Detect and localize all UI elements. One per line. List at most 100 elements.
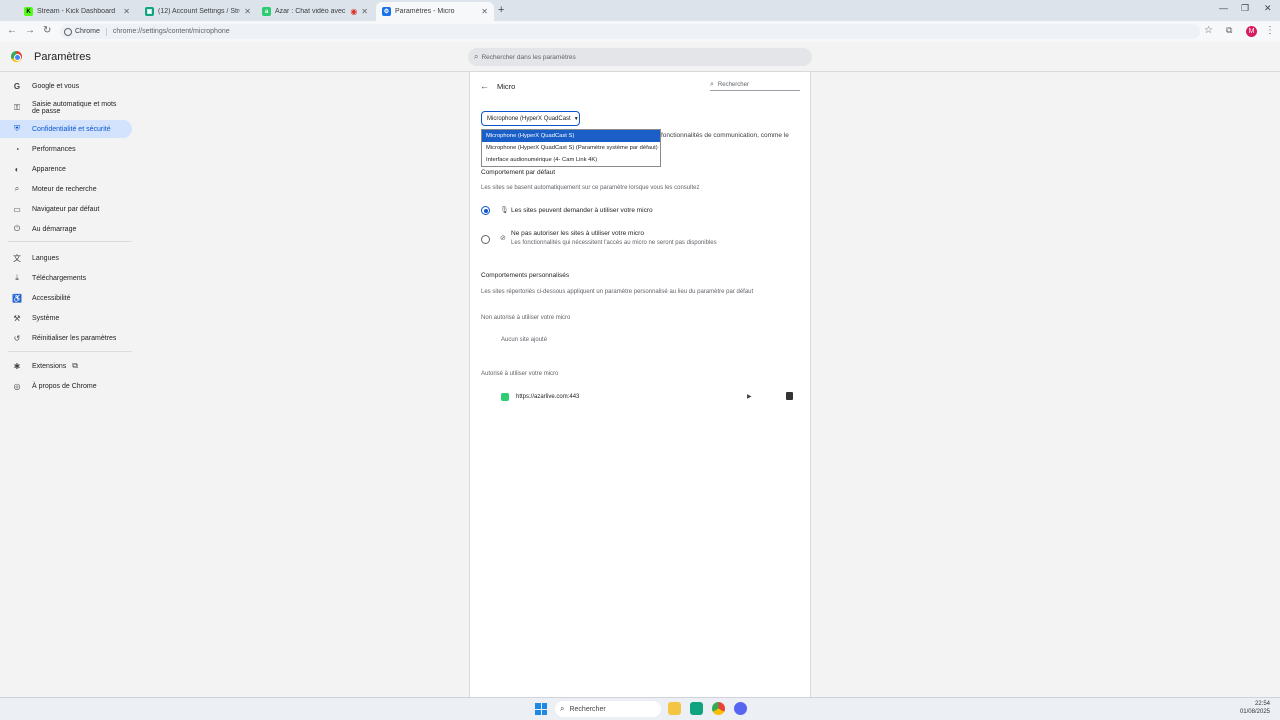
sidebar-item-system[interactable]: ⚒ Système	[0, 311, 132, 325]
sidebar-item-search-engine[interactable]: ⌕ Moteur de recherche	[0, 182, 132, 196]
chrome-logo-icon	[11, 51, 22, 62]
sidebar-item-label: Accessibilité	[32, 294, 71, 302]
speedometer-icon: ◔	[14, 144, 20, 154]
chrome-icon	[64, 27, 72, 36]
back-arrow-icon[interactable]: ←	[7, 25, 17, 36]
chevron-right-icon[interactable]: ▶	[747, 393, 752, 400]
close-icon[interactable]: ✕	[481, 7, 488, 16]
windows-start-icon[interactable]	[535, 703, 547, 715]
page-title: Micro	[497, 82, 516, 91]
puzzle-icon: ✱	[13, 361, 21, 371]
microphone-settings-card: ← Micro ⌕ Rechercher Microphone (HyperX …	[469, 72, 811, 697]
system-clock[interactable]: 22:54 01/08/2025	[1236, 700, 1270, 716]
autofill-icon: ⚿	[13, 103, 21, 112]
sidebar-item-languages[interactable]: 文 Langues	[0, 251, 132, 265]
close-icon[interactable]: ✕	[361, 7, 368, 16]
radio-block-sublabel: Les fonctionnalités qui nécessitent l'ac…	[511, 240, 717, 246]
chrome-taskbar-icon[interactable]	[712, 702, 725, 715]
back-arrow-icon[interactable]: ←	[480, 81, 489, 91]
clock-time: 22:54	[1254, 701, 1270, 707]
window-close-icon[interactable]: ✕	[1264, 3, 1272, 14]
download-icon: ⤓	[15, 273, 19, 282]
sidebar-item-label: Moteur de recherche	[32, 185, 97, 193]
tab-title: Stream - Kick Dashboard	[37, 8, 116, 15]
dropdown-option[interactable]: Microphone (HyperX QuadCast S) (Paramètr…	[482, 142, 660, 154]
sidebar-item-performance[interactable]: ◔ Performances	[0, 142, 132, 156]
sidebar-item-label: Téléchargements	[32, 274, 87, 282]
tab-azar[interactable]: a Azar : Chat vidéo avec de n ◉ ✕	[256, 2, 374, 21]
sidebar-divider	[8, 351, 132, 352]
translate-icon: 文	[13, 253, 21, 263]
sidebar-item-privacy[interactable]: ⛨ Confidentialité et sécurité	[0, 120, 132, 138]
app-icon[interactable]	[690, 702, 703, 715]
microphone-dropdown-list: Microphone (HyperX QuadCast S) Microphon…	[481, 129, 661, 167]
radio-allow[interactable]	[481, 206, 490, 215]
sidebar-item-label: Système	[32, 314, 60, 322]
sidebar-item-extensions[interactable]: ✱ Extensions ⧉	[0, 359, 132, 373]
site-info-chip[interactable]: Chrome	[64, 27, 107, 36]
caret-down-icon: ▼	[573, 115, 579, 122]
page-search-input[interactable]: ⌕ Rechercher	[710, 80, 800, 91]
chrome-icon: ◎	[13, 381, 21, 391]
accessibility-icon: ♿	[12, 293, 22, 303]
settings-search-input[interactable]: ⌕ Rechercher dans les paramètres	[468, 48, 812, 66]
reload-icon[interactable]: ↻	[43, 25, 51, 36]
settings-title: Paramètres	[34, 51, 91, 63]
sidebar-item-startup[interactable]: ⏻ Au démarrage	[0, 222, 132, 236]
minimize-icon[interactable]: —	[1219, 3, 1228, 13]
search-icon: ⌕	[474, 52, 479, 61]
url-text[interactable]: chrome://settings/content/microphone	[113, 28, 230, 35]
new-tab-icon[interactable]: +	[498, 4, 504, 16]
empty-list-text: Aucun site ajouté	[501, 337, 548, 343]
browser-toolbar: ← → ↻ Chrome chrome://settings/content/m…	[0, 21, 1280, 42]
sidebar-item-label: À propos de Chrome	[32, 382, 97, 390]
sidebar-item-label: Au démarrage	[32, 225, 77, 233]
kick-icon: K	[24, 7, 33, 16]
extensions-icon[interactable]: ⧉	[1226, 25, 1232, 36]
profile-avatar[interactable]: M	[1246, 26, 1257, 37]
stream-icon: ▣	[145, 7, 154, 16]
taskbar-search[interactable]: ⌕ Rechercher	[555, 701, 661, 717]
recording-icon: ◉	[350, 7, 358, 16]
sidebar-item-label: Google et vous	[32, 82, 80, 90]
tab-strip: K Stream - Kick Dashboard ✕ ▣ (12) Accou…	[0, 0, 1280, 21]
dropdown-option[interactable]: Interface audionumérique (4- Cam Link 4K…	[482, 154, 660, 166]
sidebar-item-label: Saisie automatique et mots de passe	[32, 101, 117, 115]
radio-block[interactable]	[481, 235, 490, 244]
sidebar-item-about[interactable]: ◎ À propos de Chrome	[0, 379, 132, 393]
sidebar-item-autofill[interactable]: ⚿ Saisie automatique et mots de passe	[0, 99, 132, 117]
close-icon[interactable]: ✕	[244, 7, 251, 16]
sidebar-item-google[interactable]: G Google et vous	[0, 79, 132, 93]
sidebar-divider	[8, 241, 132, 242]
address-bar[interactable]: Chrome chrome://settings/content/microph…	[60, 24, 1200, 39]
restore-icon[interactable]: ❐	[1241, 3, 1249, 14]
trash-icon[interactable]	[786, 392, 793, 400]
palette-icon: ◐	[14, 164, 20, 174]
file-explorer-icon[interactable]	[668, 702, 681, 715]
radio-block-label: Ne pas autoriser les sites à utiliser vo…	[511, 230, 644, 237]
browser-icon: ▭	[13, 204, 21, 214]
windows-taskbar: ⌕ Rechercher 22:54 01/08/2025	[0, 697, 1280, 720]
forward-arrow-icon[interactable]: →	[25, 25, 35, 36]
dropdown-option[interactable]: Microphone (HyperX QuadCast S)	[482, 130, 660, 142]
power-icon: ⏻	[13, 224, 21, 233]
tab-settings-micro[interactable]: ⚙ Paramètres - Micro ✕	[376, 2, 494, 21]
menu-kebab-icon[interactable]: ⋮	[1265, 25, 1275, 36]
tab-kick[interactable]: K Stream - Kick Dashboard ✕	[18, 2, 136, 21]
sidebar-item-reset[interactable]: ↺ Réinitialiser les paramètres	[0, 331, 132, 345]
tab-account-settings[interactable]: ▣ (12) Account Settings / Stream ✕	[139, 2, 257, 21]
sidebar-item-default-browser[interactable]: ▭ Navigateur par défaut	[0, 202, 132, 216]
radio-allow-label: Les sites peuvent demander à utiliser vo…	[511, 207, 653, 214]
sidebar-item-accessibility[interactable]: ♿ Accessibilité	[0, 291, 132, 305]
sidebar-item-label: Langues	[32, 254, 59, 262]
bookmark-star-icon[interactable]: ☆	[1204, 25, 1213, 36]
allowed-site-url[interactable]: https://azarlive.com:443	[516, 394, 579, 400]
shield-icon: ⛨	[14, 124, 20, 133]
sidebar-item-downloads[interactable]: ⤓ Téléchargements	[0, 271, 132, 285]
discord-icon[interactable]	[734, 702, 747, 715]
sidebar-item-appearance[interactable]: ◐ Apparence	[0, 162, 132, 176]
wrench-icon: ⚒	[13, 313, 21, 323]
close-icon[interactable]: ✕	[123, 7, 130, 16]
search-icon: ⌕	[14, 184, 20, 193]
microphone-select[interactable]: Microphone (HyperX QuadCast ▼	[481, 111, 580, 126]
